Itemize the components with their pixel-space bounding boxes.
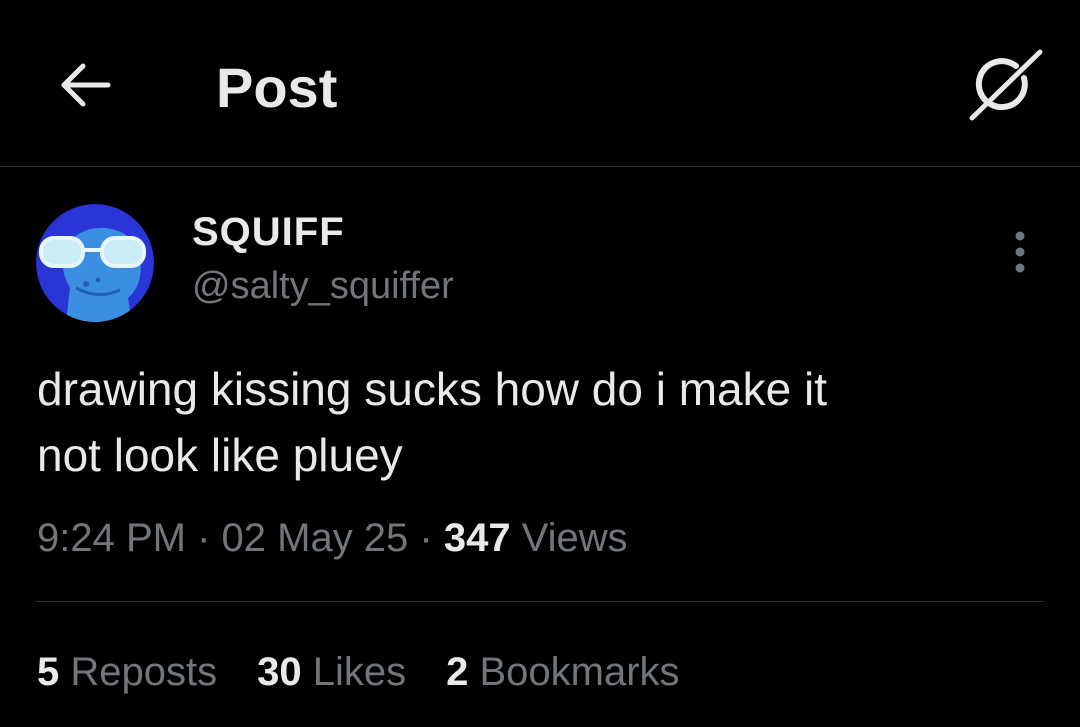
likes-label: Likes (301, 650, 407, 694)
arrow-left-icon (61, 63, 111, 107)
bookmarks-count: 2 (446, 650, 469, 694)
views-label: Views (510, 516, 628, 560)
reposts-stat[interactable]: 5 Reposts (37, 646, 217, 698)
meta-separator: · (408, 516, 444, 560)
divider (36, 601, 1044, 602)
reposts-label: Reposts (59, 650, 218, 694)
likes-stat[interactable]: 30 Likes (257, 646, 406, 698)
author-handle[interactable]: @salty_squiffer (192, 262, 454, 310)
avatar-image (36, 204, 154, 322)
meta-separator: · (185, 516, 222, 560)
page-title: Post (216, 56, 338, 119)
avatar[interactable] (36, 204, 154, 322)
back-button[interactable] (56, 58, 114, 116)
more-vertical-icon (1015, 231, 1025, 273)
more-options-button[interactable] (1000, 228, 1040, 276)
engagement-stats: 5 Reposts 30 Likes 2 Bookmarks (37, 646, 680, 698)
reposts-count: 5 (37, 650, 60, 694)
top-bar: Post (0, 0, 1080, 167)
post-metadata: 9:24 PM · 02 May 25 · 347 Views (37, 512, 628, 564)
post-text: drawing kissing sucks how do i make it n… (37, 363, 827, 481)
post-date[interactable]: 02 May 25 (222, 516, 409, 560)
author-display-name[interactable]: SQUIFF (192, 208, 345, 256)
likes-count: 30 (257, 650, 302, 694)
bookmarks-label: Bookmarks (468, 650, 680, 694)
post-time[interactable]: 9:24 PM (37, 516, 186, 560)
grok-icon (969, 49, 1043, 121)
views-count: 347 (443, 516, 511, 560)
bookmarks-stat[interactable]: 2 Bookmarks (446, 646, 679, 698)
grok-button[interactable] (966, 48, 1046, 124)
